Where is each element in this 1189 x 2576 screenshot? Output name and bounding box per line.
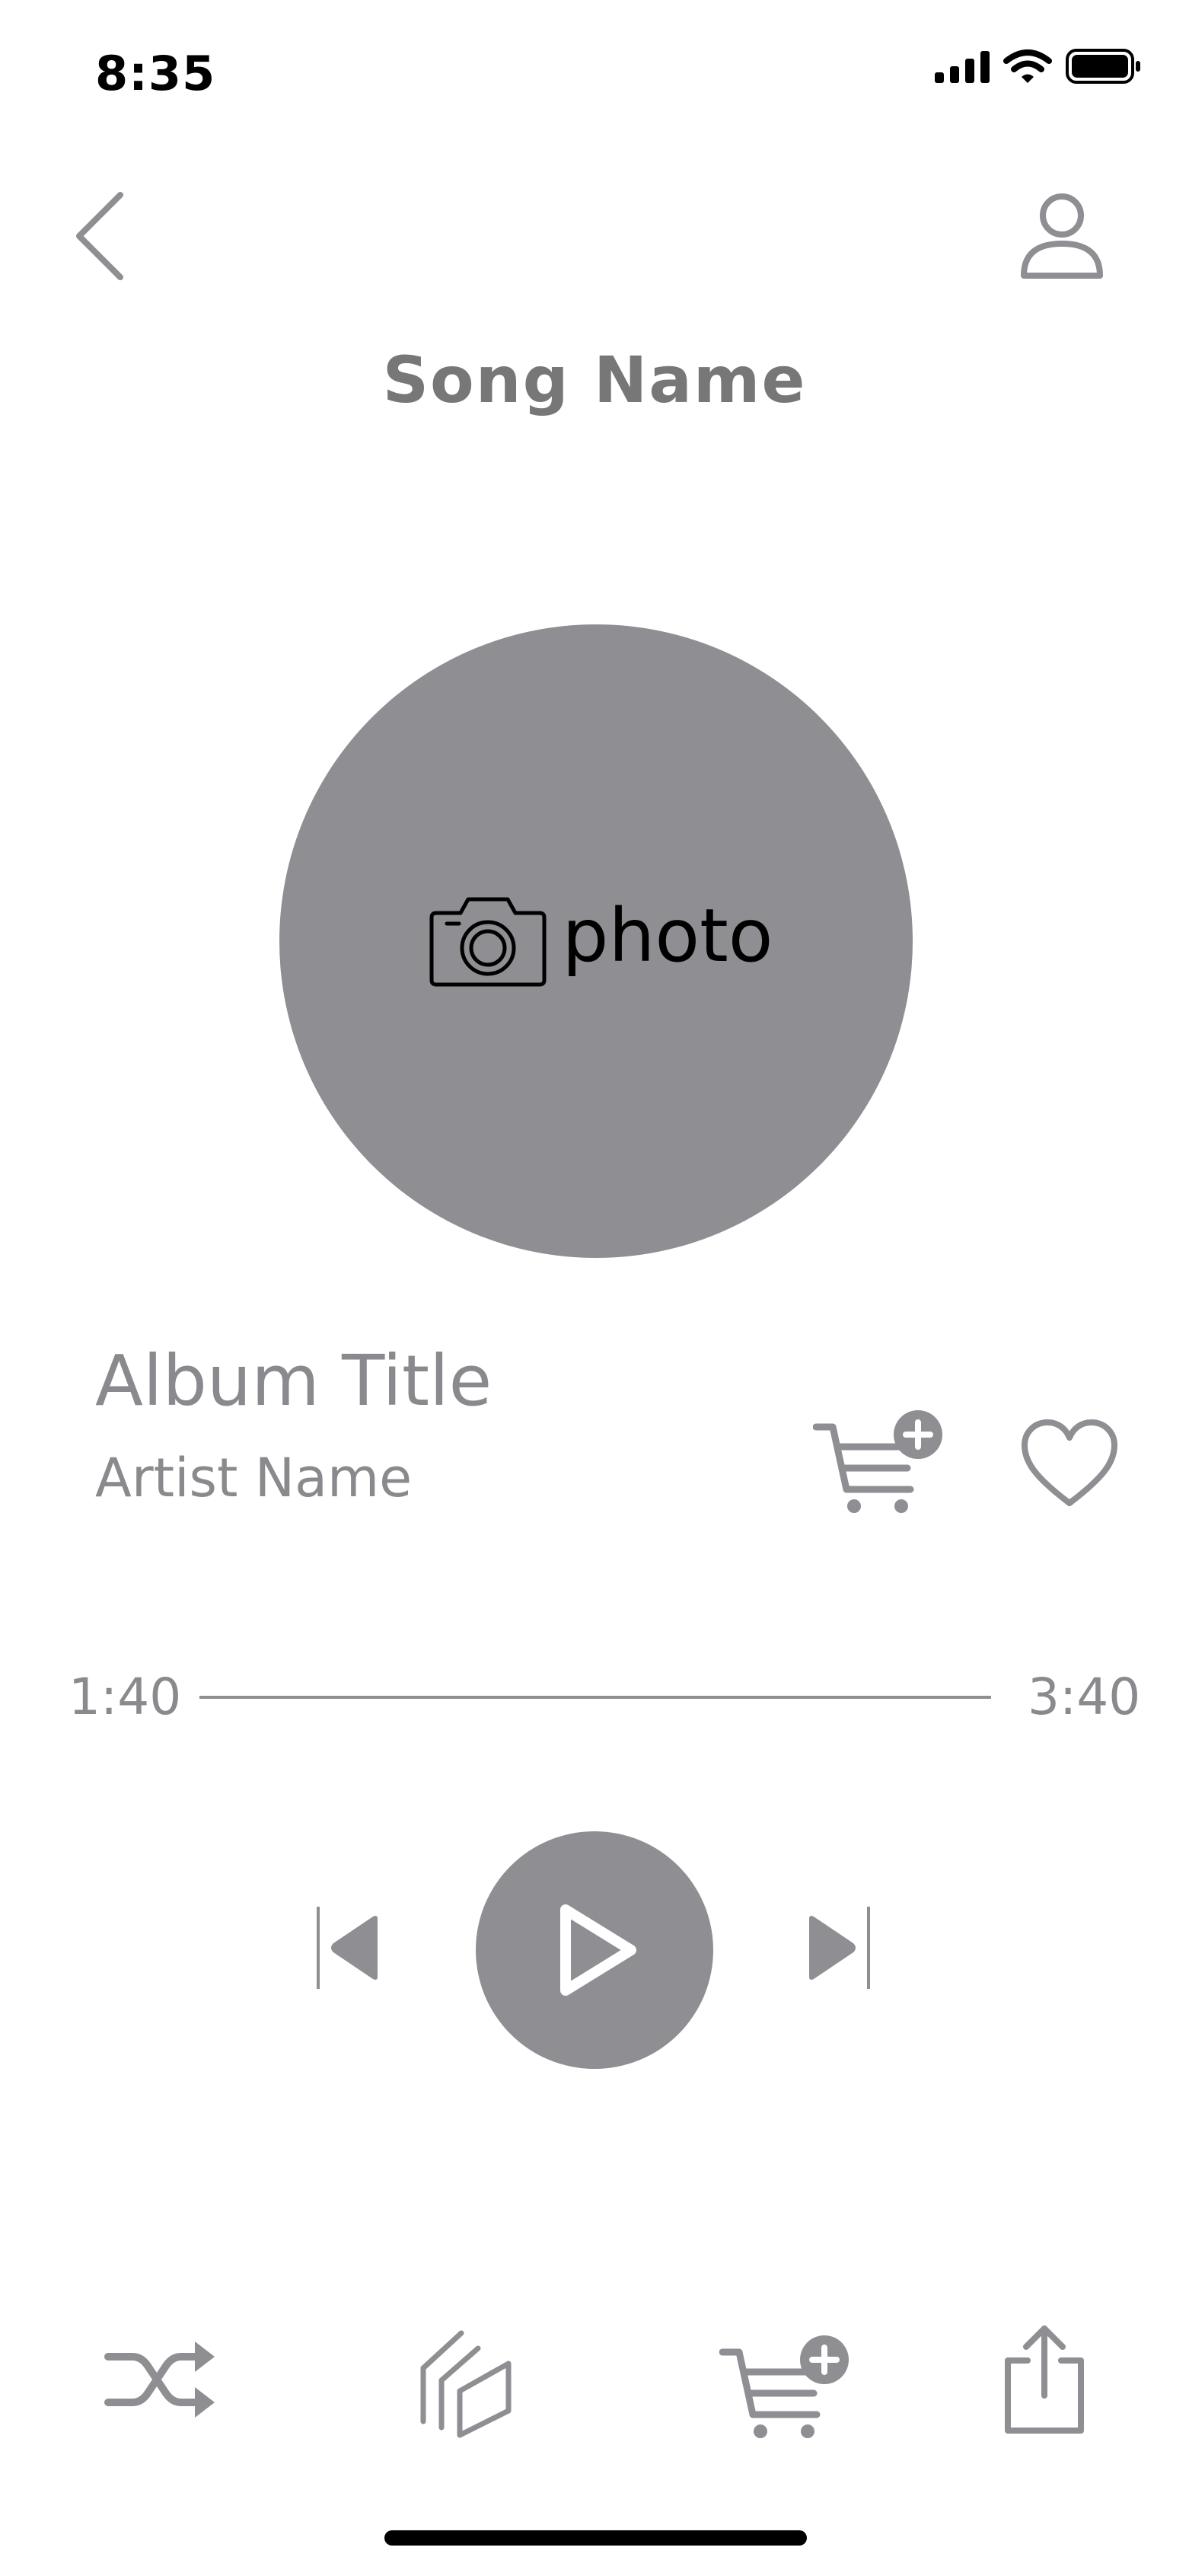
total-time: 3:40 — [1028, 1668, 1141, 1726]
next-button[interactable] — [803, 1904, 873, 1995]
photo-label: photo — [562, 893, 773, 978]
add-to-cart-toolbar-button[interactable] — [719, 2334, 850, 2444]
wifi-icon — [1003, 49, 1052, 83]
previous-button[interactable] — [314, 1904, 384, 1995]
share-button[interactable] — [999, 2322, 1090, 2440]
status-icons — [935, 49, 1142, 84]
skip-previous-icon — [317, 1907, 378, 1989]
library-button[interactable] — [419, 2329, 518, 2442]
camera-icon — [429, 897, 547, 987]
artist-name: Artist Name — [95, 1447, 413, 1509]
progress-bar[interactable] — [199, 1696, 991, 1699]
photo-placeholder: photo — [427, 893, 773, 989]
heart-icon — [1022, 1419, 1117, 1506]
profile-icon — [1021, 193, 1103, 279]
shuffle-icon — [104, 2341, 215, 2418]
elapsed-time: 1:40 — [69, 1668, 182, 1726]
skip-next-icon — [809, 1907, 870, 1989]
profile-button[interactable] — [1016, 190, 1108, 282]
library-icon — [420, 2330, 512, 2438]
back-button[interactable] — [70, 190, 131, 282]
cart-plus-icon — [719, 2335, 849, 2438]
cellular-signal-icon — [935, 51, 990, 83]
play-icon — [560, 1904, 636, 1996]
album-art: photo — [279, 624, 913, 1258]
favorite-button[interactable] — [1020, 1418, 1119, 1512]
shuffle-button[interactable] — [104, 2334, 218, 2428]
add-to-cart-button[interactable] — [812, 1409, 944, 1518]
battery-icon — [1066, 49, 1140, 84]
status-time: 8:35 — [95, 46, 216, 101]
song-title: Song Name — [382, 343, 807, 417]
home-indicator[interactable] — [384, 2530, 807, 2546]
play-button[interactable] — [476, 1831, 713, 2069]
share-icon — [1005, 2325, 1084, 2434]
cart-plus-icon — [812, 1410, 942, 1513]
back-chevron-icon — [76, 192, 123, 280]
album-title: Album Title — [95, 1340, 492, 1422]
